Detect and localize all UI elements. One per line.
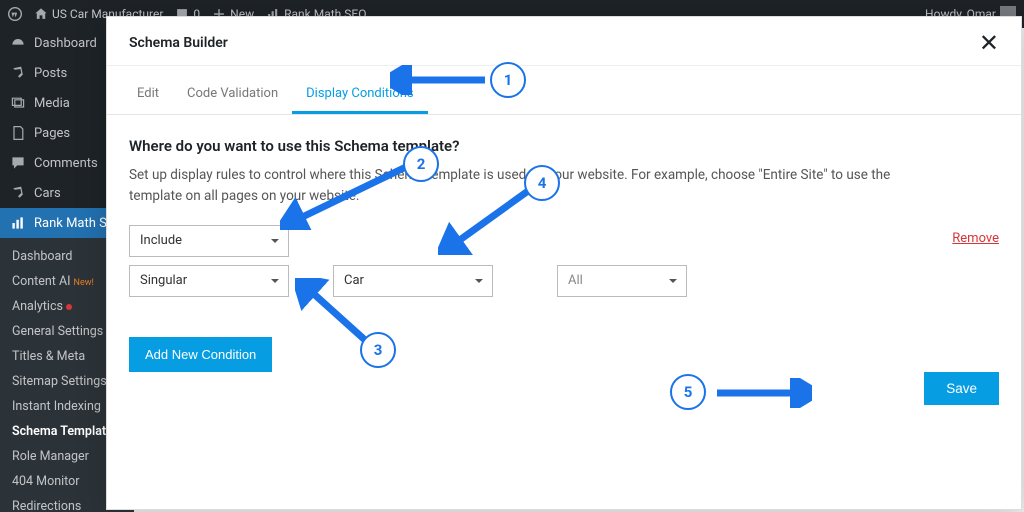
include-select[interactable]: Include bbox=[129, 225, 289, 257]
singular-select[interactable]: Singular bbox=[129, 265, 289, 297]
wp-logo-icon[interactable] bbox=[8, 7, 22, 21]
schema-builder-modal: Schema Builder ✕ Edit Code Validation Di… bbox=[106, 16, 1022, 510]
save-button[interactable]: Save bbox=[924, 372, 999, 405]
update-dot-icon bbox=[66, 304, 72, 310]
section-description: Set up display rules to control where th… bbox=[129, 165, 909, 207]
posttype-select[interactable]: Car bbox=[333, 265, 493, 297]
tab-code-validation[interactable]: Code Validation bbox=[173, 76, 292, 114]
add-condition-button[interactable]: Add New Condition bbox=[129, 337, 272, 372]
tab-edit[interactable]: Edit bbox=[123, 76, 173, 114]
all-select[interactable]: All bbox=[557, 265, 687, 297]
tab-display-conditions[interactable]: Display Conditions bbox=[292, 76, 427, 114]
section-heading: Where do you want to use this Schema tem… bbox=[129, 137, 999, 155]
modal-tabs: Edit Code Validation Display Conditions bbox=[107, 66, 1021, 115]
close-icon[interactable]: ✕ bbox=[979, 31, 999, 55]
modal-title: Schema Builder bbox=[129, 35, 228, 51]
remove-link[interactable]: Remove bbox=[952, 231, 999, 246]
